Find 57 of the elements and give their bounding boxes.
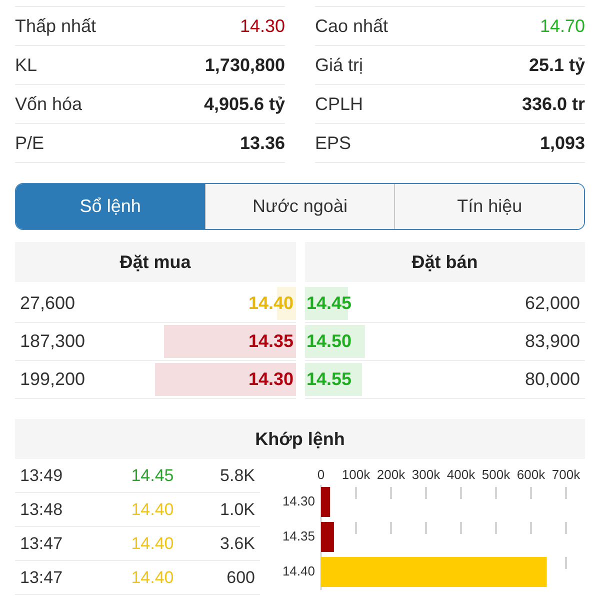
- order-price: 14.55: [306, 369, 353, 390]
- trade-volume: 600: [226, 568, 255, 588]
- order-volume: 62,000: [524, 293, 581, 314]
- stat-label: Thấp nhất: [15, 16, 96, 36]
- column-header: Đặt mua: [15, 242, 296, 282]
- order-price: 14.45: [306, 293, 353, 314]
- order-volume: 80,000: [524, 369, 581, 390]
- tick-label: 700k: [552, 467, 580, 482]
- tick-label: 500k: [482, 467, 510, 482]
- stat-value: 1,093: [540, 132, 585, 154]
- stat-label: CPLH: [315, 94, 364, 114]
- trade-price: 14.40: [131, 500, 174, 520]
- tick-label: 400k: [446, 467, 476, 482]
- trade-price: 14.40: [131, 534, 174, 554]
- order-price: 14.35: [247, 331, 294, 352]
- segment-tab[interactable]: Sổ lệnh: [16, 184, 205, 229]
- trade-volume: 3.6K: [220, 534, 255, 554]
- tick-label: 0: [317, 467, 325, 482]
- tick-label: 300k: [412, 467, 440, 482]
- category-label: 14.35: [282, 528, 315, 544]
- trade-time: 13:48: [20, 500, 63, 520]
- stat-value: 14.30: [240, 16, 285, 36]
- column-header: Đặt bán: [304, 242, 585, 282]
- stat-value: 336.0 tr: [522, 94, 585, 114]
- trade-time: 13:47: [20, 568, 63, 588]
- tick-label: 100k: [342, 467, 370, 482]
- category-label: 14.30: [282, 494, 315, 508]
- stat-value: 14.70: [540, 16, 585, 36]
- order-volume: 27,600: [19, 293, 76, 314]
- section-header: Khớp lệnh: [15, 419, 585, 459]
- tick-label: 200k: [376, 467, 406, 482]
- trade-price: 14.40: [131, 568, 174, 588]
- segment-tab[interactable]: Tín hiệu: [394, 184, 584, 229]
- stat-value: 1,730,800: [204, 54, 285, 76]
- order-volume: 199,200: [19, 369, 86, 390]
- order-volume: 83,900: [524, 331, 581, 352]
- stat-value: 13.36: [240, 132, 285, 154]
- trade-price: 14.45: [131, 466, 174, 486]
- trade-time: 13:49: [20, 466, 63, 486]
- stat-label: KL: [15, 54, 38, 76]
- order-volume: 187,300: [19, 331, 86, 352]
- trade-time: 13:47: [20, 534, 63, 554]
- stat-label: Cao nhất: [315, 16, 388, 36]
- stat-label: EPS: [315, 132, 352, 154]
- order-price: 14.50: [306, 331, 353, 352]
- trade-volume: 5.8K: [220, 466, 255, 486]
- stat-label: P/E: [15, 132, 44, 154]
- stat-label: Vốn hóa: [15, 94, 82, 114]
- tick-label: 600k: [516, 467, 546, 482]
- stat-value: 4,905.6 tỷ: [204, 94, 285, 114]
- category-label: 14.40: [282, 564, 315, 578]
- stat-label: Giá trị: [315, 54, 364, 76]
- segment-tab[interactable]: Nước ngoài: [204, 184, 394, 229]
- stat-value: 25.1 tỷ: [528, 54, 585, 76]
- trade-volume: 1.0K: [220, 500, 255, 520]
- order-price: 14.30: [247, 369, 294, 390]
- order-price: 14.40: [247, 293, 294, 314]
